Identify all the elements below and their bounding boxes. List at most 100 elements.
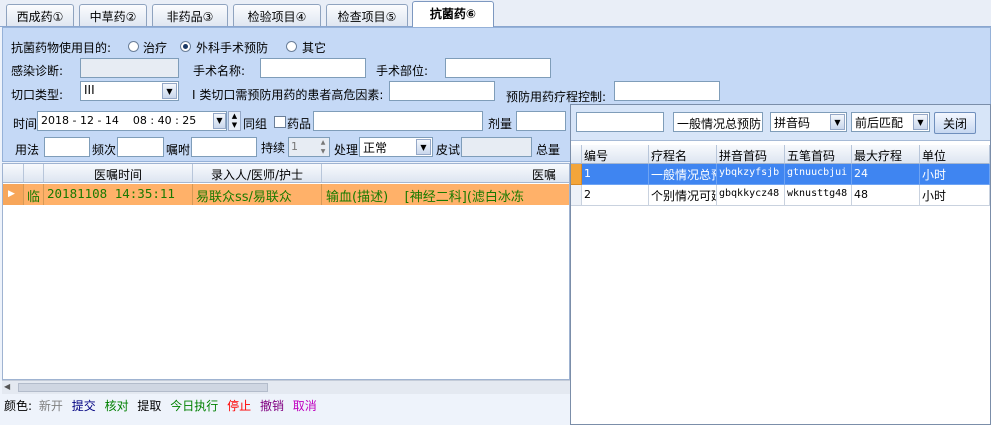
- grid-header-order[interactable]: 医嘱: [322, 164, 569, 183]
- course-lookup-popup: 一般情况总预防 拼音码 ▼ 前后匹配 ▼ 关闭 编号 疗程名 拼音首码 五笔首码…: [570, 104, 991, 425]
- incision-select[interactable]: III ▼: [80, 81, 179, 101]
- popup-header-max-course[interactable]: 最大疗程: [852, 145, 920, 164]
- popup-header-unit[interactable]: 单位: [920, 145, 990, 164]
- grid-indicator-header: [3, 164, 24, 183]
- grid-horizontal-scrollbar[interactable]: ◀: [2, 380, 570, 394]
- unit-cell: 小时: [920, 185, 990, 206]
- pinyin-cell: gbqkkycz48: [717, 185, 785, 206]
- drug-label: 药品: [287, 117, 312, 131]
- course-name-cell: 一般情况总预防: [649, 164, 717, 185]
- popup-header-pinyin[interactable]: 拼音首码: [717, 145, 785, 164]
- handle-value: 正常: [363, 141, 388, 155]
- max-course-cell: 48: [852, 185, 920, 206]
- legend-item-revoked: 撤销: [259, 399, 284, 413]
- unit-cell: 小时: [920, 164, 990, 185]
- time-spinner[interactable]: ▲ ▼: [228, 111, 241, 131]
- chevron-down-icon[interactable]: ▼: [913, 114, 928, 130]
- scroll-left-arrow-icon[interactable]: ◀: [4, 382, 10, 391]
- tab-chinese-herbal[interactable]: 中草药②: [79, 4, 147, 26]
- close-button[interactable]: 关闭: [934, 112, 976, 134]
- chevron-down-icon[interactable]: ▼: [416, 139, 431, 155]
- tab-exam-items[interactable]: 检查项目⑤: [326, 4, 408, 26]
- order-staff-cell: 易联众ss/易联众: [193, 184, 322, 205]
- infection-label: 感染诊断:: [11, 64, 64, 78]
- purpose-option-other: 其它: [302, 41, 327, 55]
- total-label: 总量: [536, 143, 561, 157]
- tab-lab-items[interactable]: 检验项目④: [233, 4, 321, 26]
- wubi-cell: wknusttg48: [785, 185, 852, 206]
- scrollbar-thumb[interactable]: [18, 383, 268, 392]
- time-label: 时间: [13, 117, 38, 131]
- chevron-down-icon[interactable]: ▼: [162, 83, 177, 99]
- match-mode-value: 前后匹配: [855, 116, 904, 130]
- order-time-cell: 20181108 14:35:11: [44, 184, 193, 205]
- risk-factor-label: I 类切口需预防用药的患者高危因素:: [192, 88, 384, 102]
- drug-field[interactable]: [313, 111, 483, 131]
- dose-label: 剂量: [488, 117, 513, 131]
- tab-bar: [0, 0, 991, 27]
- instruction-field[interactable]: [191, 137, 257, 157]
- tab-western-medicine[interactable]: 西成药①: [6, 4, 74, 26]
- popup-grid-corner: [571, 145, 582, 164]
- popup-header-course-name[interactable]: 疗程名: [649, 145, 717, 164]
- course-name-cell: 个别情况可延长: [649, 185, 717, 206]
- infection-field[interactable]: [80, 58, 179, 78]
- legend-item-new: 新开: [38, 399, 63, 413]
- code-type-value: 拼音码: [774, 116, 811, 130]
- tab-non-drug[interactable]: 非药品③: [152, 4, 228, 26]
- usage-field[interactable]: [44, 137, 90, 157]
- surgery-site-label: 手术部位:: [376, 64, 429, 78]
- course-number-cell: 2: [582, 185, 649, 206]
- order-content-cell: 输血(描述) [神经二科](滤白冰冻: [326, 190, 524, 205]
- code-type-select[interactable]: 拼音码 ▼: [770, 112, 847, 132]
- purpose-radio-other[interactable]: [286, 41, 297, 52]
- grid-header-staff[interactable]: 录入人/医师/护士: [193, 164, 322, 183]
- incision-label: 切口类型:: [11, 88, 64, 102]
- legend-item-submitted: 提交: [71, 399, 96, 413]
- color-legend: 颜色: 新开 提交 核对 提取 今日执行 停止 撤销 取消: [4, 397, 317, 414]
- skin-test-field[interactable]: [461, 137, 532, 157]
- risk-factor-field[interactable]: [389, 81, 495, 101]
- pinyin-cell: ybqkzyfsjb: [717, 164, 785, 185]
- duration-label: 持续: [261, 141, 286, 155]
- popup-header-number[interactable]: 编号: [582, 145, 649, 164]
- same-group-checkbox[interactable]: [274, 116, 286, 128]
- same-group-label: 同组: [243, 117, 268, 131]
- order-time-field[interactable]: 2018 - 12 - 14 08 : 40 : 25: [37, 111, 227, 131]
- frequency-label: 频次: [92, 143, 117, 157]
- course-control-label: 预防用药疗程控制:: [506, 90, 607, 104]
- duration-spinner-icon[interactable]: ▲ ▼: [317, 138, 329, 156]
- wubi-cell: gtnuucbjui: [785, 164, 852, 185]
- surgery-name-field[interactable]: [260, 58, 366, 78]
- surgery-name-label: 手术名称:: [193, 64, 246, 78]
- match-mode-select[interactable]: 前后匹配 ▼: [851, 112, 930, 132]
- handle-select[interactable]: 正常 ▼: [359, 137, 433, 157]
- course-control-field[interactable]: [614, 81, 720, 101]
- instruction-label: 嘱咐: [166, 143, 191, 157]
- incision-value: III: [84, 83, 95, 97]
- row-selector: [571, 164, 582, 185]
- popup-header-wubi[interactable]: 五笔首码: [785, 145, 852, 164]
- surgery-site-field[interactable]: [445, 58, 551, 78]
- purpose-radio-surgery[interactable]: [180, 41, 191, 52]
- purpose-label: 抗菌药物使用目的:: [11, 41, 112, 55]
- frequency-field[interactable]: [117, 137, 164, 157]
- row-pointer-icon: ▶: [3, 184, 24, 205]
- order-type-cell: 临: [24, 184, 44, 205]
- row-selector: [571, 185, 582, 206]
- tab-antibiotics[interactable]: 抗菌药⑥: [412, 1, 494, 27]
- handle-label: 处理: [334, 143, 359, 157]
- chevron-down-icon[interactable]: ▼: [830, 114, 845, 130]
- legend-item-today-executed: 今日执行: [170, 399, 219, 413]
- grid-header-order-time[interactable]: 医嘱时间: [44, 164, 193, 183]
- purpose-option-treatment: 治疗: [143, 41, 168, 55]
- purpose-radio-treatment[interactable]: [128, 41, 139, 52]
- dose-field[interactable]: [516, 111, 566, 131]
- legend-item-stopped: 停止: [227, 399, 252, 413]
- time-dropdown-chevron-icon[interactable]: ▼: [213, 113, 226, 129]
- skin-test-label: 皮试: [436, 143, 461, 157]
- legend-prefix: 颜色:: [4, 399, 33, 413]
- popup-search-input[interactable]: [576, 112, 664, 132]
- orders-grid: 医嘱时间 录入人/医师/护士 医嘱 ▶ 临 20181108 14:35:11 …: [2, 163, 570, 380]
- popup-filter-field[interactable]: 一般情况总预防: [673, 112, 763, 132]
